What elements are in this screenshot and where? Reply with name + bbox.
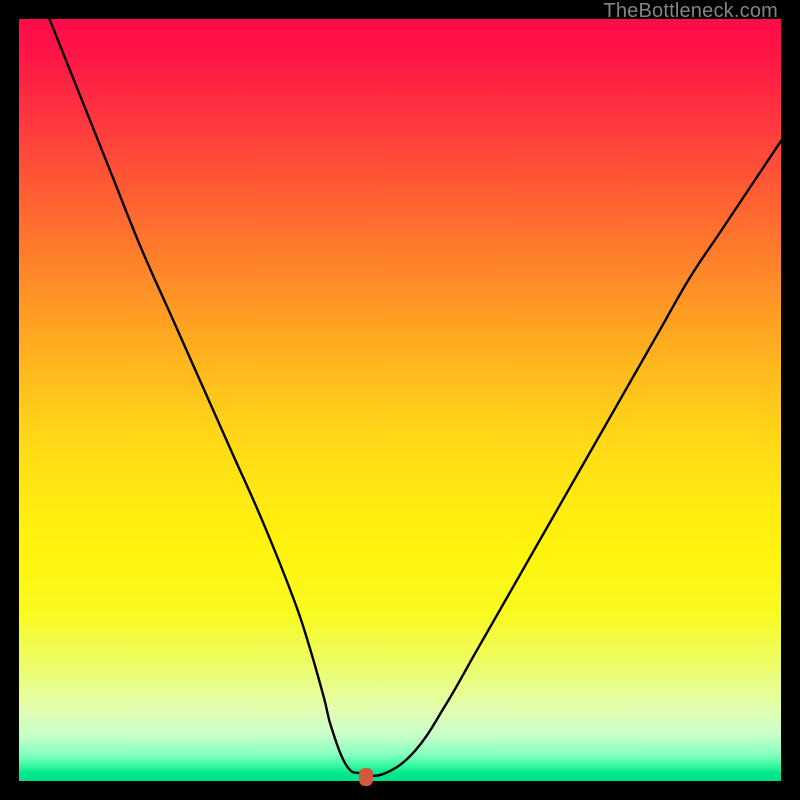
plot-area [19, 19, 781, 781]
optimal-point-marker [359, 768, 373, 786]
chart-frame: TheBottleneck.com [0, 0, 800, 800]
bottleneck-curve [19, 19, 781, 781]
